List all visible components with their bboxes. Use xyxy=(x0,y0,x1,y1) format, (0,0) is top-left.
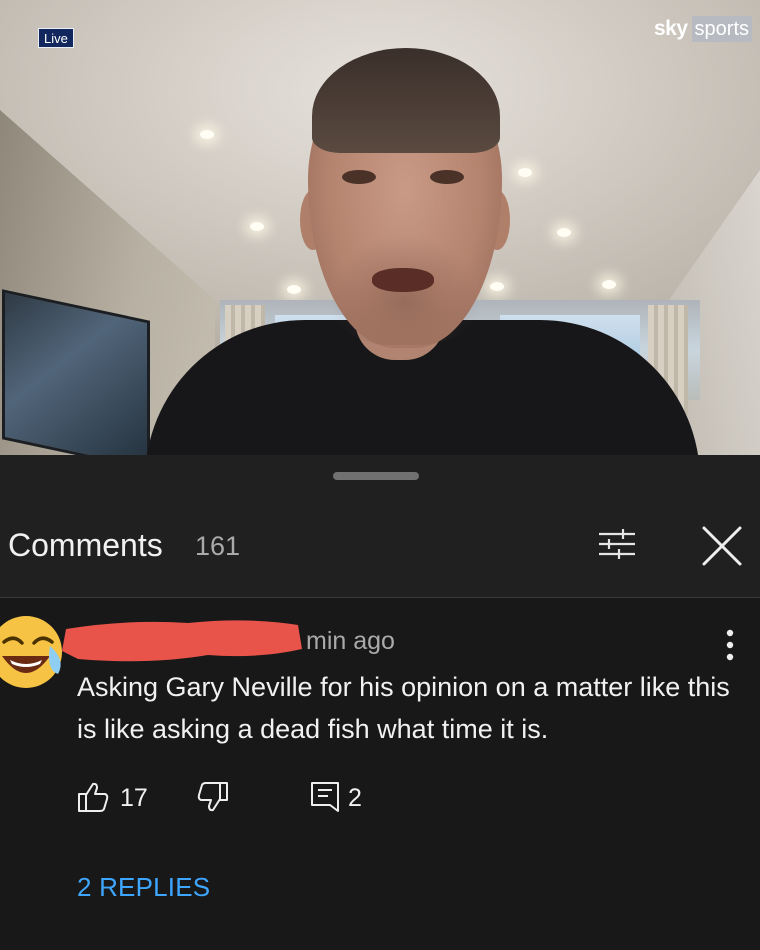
ceiling-light xyxy=(200,130,214,139)
presenter-eye xyxy=(430,170,464,184)
dislike-button[interactable] xyxy=(196,780,230,814)
drag-handle[interactable] xyxy=(333,472,419,480)
more-vertical-icon xyxy=(726,629,734,661)
sort-filter-icon xyxy=(599,529,635,559)
ceiling-light xyxy=(287,285,301,294)
ceiling-light xyxy=(490,282,504,291)
comment-body: Asking Gary Neville for his opinion on a… xyxy=(77,672,730,744)
ceiling-light xyxy=(518,168,532,177)
reply-button[interactable] xyxy=(308,780,342,814)
ceiling-light xyxy=(602,280,616,289)
thumbs-up-icon xyxy=(78,782,109,812)
redacted-username xyxy=(58,615,304,665)
live-badge: Live xyxy=(38,28,74,48)
like-count: 17 xyxy=(120,784,148,812)
ceiling-light xyxy=(250,222,264,231)
reply-comment-icon xyxy=(311,782,339,812)
presenter-eye xyxy=(342,170,376,184)
presenter-mouth xyxy=(372,268,434,292)
reply-count: 2 xyxy=(348,784,362,812)
comment-timestamp: min ago xyxy=(306,627,395,655)
thumbs-down-icon xyxy=(197,782,228,812)
video-player[interactable]: Live sky sports xyxy=(0,0,760,455)
laughing-crying-emoji-icon xyxy=(0,616,62,688)
sort-filter-button[interactable] xyxy=(593,520,641,568)
comment-author-avatar[interactable] xyxy=(0,612,66,690)
logo-sky: sky xyxy=(653,17,688,40)
close-icon xyxy=(702,526,742,566)
comment-more-button[interactable] xyxy=(714,625,746,665)
ceiling-light xyxy=(557,228,571,237)
comments-count: 161 xyxy=(195,531,241,561)
view-replies-button[interactable]: 2 REPLIES xyxy=(77,872,210,903)
comments-title: Comments xyxy=(8,527,163,563)
logo-sports: sports xyxy=(691,16,752,42)
close-button[interactable] xyxy=(698,522,746,570)
sky-sports-logo: sky sports xyxy=(654,16,752,42)
like-button[interactable] xyxy=(76,780,110,814)
